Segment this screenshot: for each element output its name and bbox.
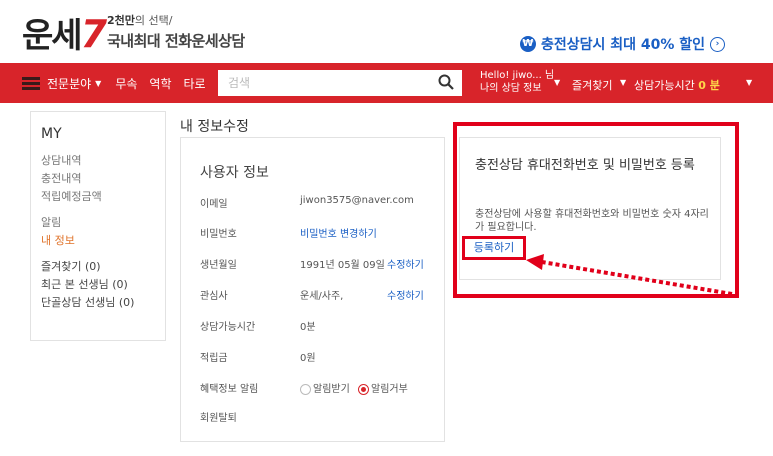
sidebar-item-consult-history[interactable]: 상담내역	[41, 152, 155, 170]
available-value: 0분	[300, 322, 316, 333]
tagline: 2천만의 선택/ 국내최대 전화운세상담	[107, 14, 245, 50]
hamburger-icon[interactable]	[22, 76, 40, 90]
sidebar-title: MY	[41, 126, 62, 142]
user-info-card: 사용자 정보 이메일 jiwon3575@naver.com 비밀번호 비밀번호…	[180, 137, 445, 442]
marketing-opt-in-radio[interactable]	[300, 383, 311, 395]
sidebar-item-recent-viewed[interactable]: 최근 본 선생님 (0)	[41, 276, 155, 294]
sidebar-item-charge-history[interactable]: 충전내역	[41, 170, 155, 188]
sidebar-item-regular-counselors[interactable]: 단골상담 선생님 (0)	[41, 294, 155, 312]
register-button[interactable]: 등록하기	[462, 236, 526, 260]
card-heading: 사용자 정보	[200, 165, 269, 181]
chevron-down-icon[interactable]: ▼	[746, 78, 752, 87]
search-box	[218, 70, 462, 96]
logo[interactable]: 운세7	[22, 8, 107, 57]
sidebar-item-favorites[interactable]: 즐겨찾기 (0)	[41, 258, 155, 276]
marketing-opt-out-radio[interactable]	[358, 383, 369, 395]
edit-birth-link[interactable]: 수정하기	[387, 256, 424, 271]
user-info[interactable]: Hello! jiwo... 님 나의 상담 정보	[480, 69, 554, 95]
page-title: 내 정보수정	[180, 119, 249, 135]
panel-description: 충전상담에 사용할 휴대전화번호와 비밀번호 숫자 4자리가 필요합니다.	[475, 209, 709, 233]
nav-favorites[interactable]: 즐겨찾기	[572, 77, 612, 93]
sidebar-item-expected-points[interactable]: 적립예정금액	[41, 188, 155, 206]
edit-interest-link[interactable]: 수정하기	[387, 287, 424, 302]
interest-value: 운세/사주,	[300, 291, 344, 302]
nav-item-shaman[interactable]: 무속	[115, 75, 137, 92]
chevron-down-icon: ▼	[95, 78, 102, 88]
email-value: jiwon3575@naver.com	[300, 195, 414, 206]
panel-title: 충전상담 휴대전화번호 및 비밀번호 등록	[475, 158, 695, 173]
promo-text: 충전상담시 최대 40% 할인	[540, 37, 705, 53]
sidebar-item-my-info[interactable]: 내 정보	[41, 232, 155, 250]
sidebar-item-notifications[interactable]: 알림	[41, 214, 155, 232]
promo-banner[interactable]: ₩ 충전상담시 최대 40% 할인 ›	[519, 34, 725, 54]
nav-available-time[interactable]: 상담가능시간 0 분	[634, 77, 720, 93]
nav-category-menu[interactable]: 전문분야	[47, 75, 91, 92]
birth-value: 1991년 05월 09일	[300, 260, 385, 271]
chevron-right-icon: ›	[710, 36, 725, 52]
chevron-down-icon[interactable]: ▼	[620, 78, 626, 87]
nav-item-divination[interactable]: 역학	[149, 75, 171, 92]
user-consult-info: 나의 상담 정보	[480, 83, 542, 94]
user-greeting: Hello! jiwo... 님	[480, 70, 555, 81]
search-input[interactable]	[218, 71, 428, 95]
won-icon: ₩	[519, 36, 536, 52]
annotation-arrow-icon	[526, 254, 733, 296]
search-icon[interactable]	[438, 74, 454, 90]
change-password-link[interactable]: 비밀번호 변경하기	[300, 225, 377, 240]
tagline-main: 국내최대 전화운세상담	[107, 32, 245, 50]
header: 운세7 2천만의 선택/ 국내최대 전화운세상담 ₩ 충전상담시 최대 40% …	[0, 0, 773, 60]
withdraw-link[interactable]: 회원탈퇴	[200, 409, 237, 424]
points-value: 0원	[300, 353, 316, 364]
chevron-down-icon[interactable]: ▼	[554, 78, 560, 87]
main-nav: 전문분야 ▼ 무속 역학 타로 Hello! jiwo... 님 나의 상담 정…	[0, 63, 773, 103]
my-sidebar: MY 상담내역 충전내역 적립예정금액 알림 내 정보 즐겨찾기 (0) 최근 …	[30, 111, 166, 341]
nav-item-tarot[interactable]: 타로	[184, 75, 206, 92]
